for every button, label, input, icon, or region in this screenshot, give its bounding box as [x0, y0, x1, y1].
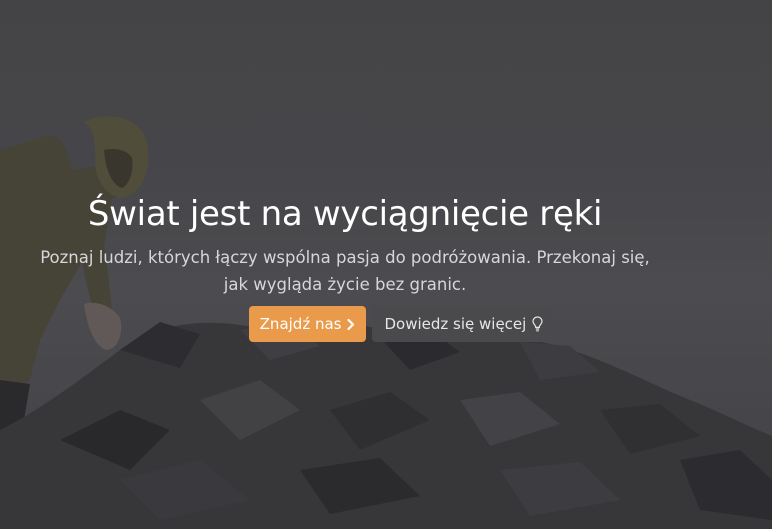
lightbulb-icon [532, 316, 543, 332]
chevron-right-icon [347, 318, 355, 330]
learn-more-button-label: Dowiedz się więcej [384, 315, 527, 333]
learn-more-button[interactable]: Dowiedz się więcej [372, 306, 554, 342]
find-us-button-label: Znajdź nas [259, 315, 342, 333]
hero-buttons: Znajdź nas Dowiedz się więcej [0, 306, 690, 342]
hero-content: Świat jest na wyciągnięcie ręki Poznaj l… [0, 188, 690, 342]
hero-headline: Świat jest na wyciągnięcie ręki [87, 194, 603, 234]
hero-section: Świat jest na wyciągnięcie ręki Poznaj l… [0, 0, 772, 529]
find-us-button[interactable]: Znajdź nas [248, 306, 367, 342]
hero-subtitle: Poznaj ludzi, których łączy wspólna pasj… [40, 248, 650, 294]
